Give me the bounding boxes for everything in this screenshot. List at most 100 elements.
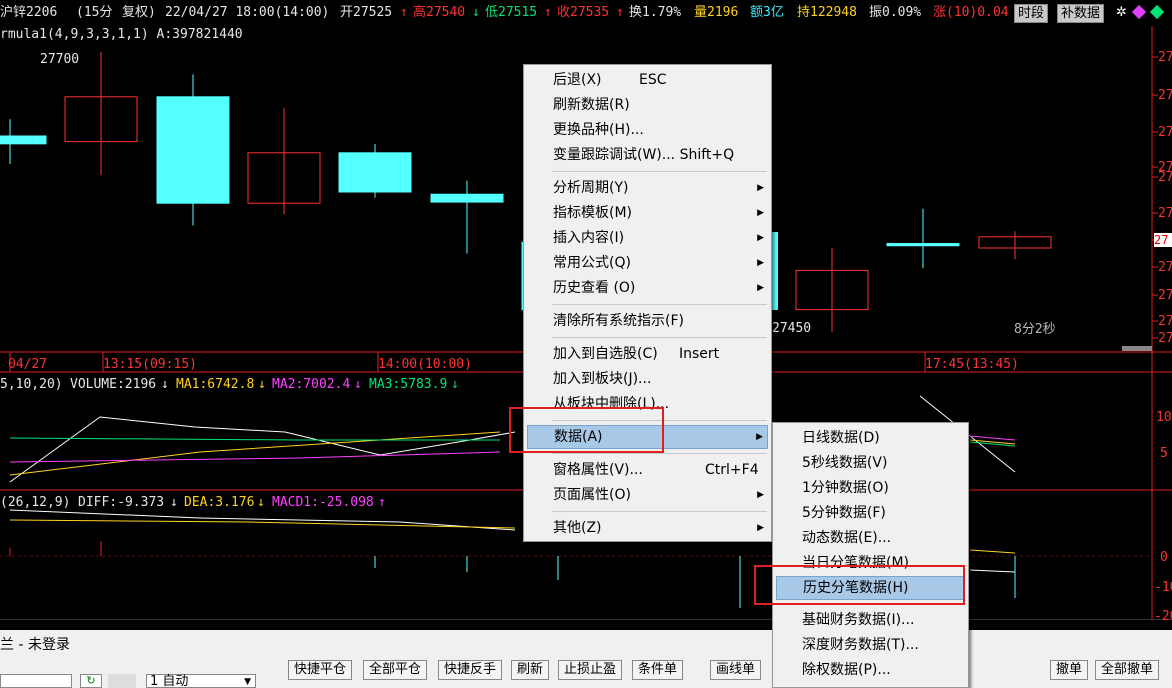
menu-item-label: 窗格属性(V)... bbox=[553, 462, 643, 478]
account-input[interactable] bbox=[0, 674, 72, 688]
down-arrow-icon: ↓ bbox=[170, 495, 178, 510]
menu-item-label: 清除所有系统指示(F) bbox=[553, 313, 684, 329]
adjust-label: 复权) bbox=[122, 5, 156, 20]
menu-item-clear[interactable]: 清除所有系统指示(F) bbox=[527, 309, 768, 333]
price-tick: 27 bbox=[1158, 206, 1172, 221]
candle-body bbox=[886, 243, 960, 247]
menu-item-data[interactable]: 数据(A) ▶ bbox=[527, 425, 768, 449]
volume-value: 量2196 bbox=[694, 5, 739, 20]
menu-item-label: 分析周期(Y) bbox=[553, 180, 629, 196]
close-price: 收27535 bbox=[557, 5, 610, 20]
menu-item-formula[interactable]: 常用公式(Q) ▶ bbox=[527, 251, 768, 275]
menu-item-label: 从板块中删除(L)... bbox=[553, 396, 670, 412]
submenu-arrow-icon: ▶ bbox=[757, 183, 764, 193]
submenu-item-1min[interactable]: 1分钟数据(O) bbox=[776, 476, 965, 500]
candle-body bbox=[0, 135, 47, 145]
refresh-button[interactable]: 刷新 bbox=[511, 660, 550, 680]
menu-item-var-debug[interactable]: 变量跟踪调试(W)... Shift+Q bbox=[527, 143, 768, 167]
menu-separator bbox=[552, 511, 767, 512]
amount-value: 额3亿 bbox=[750, 5, 784, 20]
account-status: 兰 - 未登录 bbox=[0, 637, 70, 653]
time-label: 13:15(09:15) bbox=[103, 357, 197, 372]
volume-ma-line bbox=[9, 416, 516, 483]
menu-item-template[interactable]: 指标模板(M) ▶ bbox=[527, 201, 768, 225]
menu-item-period[interactable]: 分析周期(Y) ▶ bbox=[527, 176, 768, 200]
menu-item-label: 当日分笔数据(M) bbox=[802, 555, 910, 571]
submenu-item-basic-financial[interactable]: 基础财务数据(I)... bbox=[776, 608, 965, 632]
settings-icon[interactable]: ✲ bbox=[1116, 5, 1127, 20]
submenu-item-daily[interactable]: 日线数据(D) bbox=[776, 426, 965, 450]
menu-item-page-props[interactable]: 页面属性(O) ▶ bbox=[527, 483, 768, 507]
candle-body bbox=[338, 152, 412, 193]
submenu-item-history-ticks[interactable]: 历史分笔数据(H) bbox=[776, 576, 965, 600]
down-arrow-icon: ↓ bbox=[354, 377, 362, 392]
datetime-label: 22/04/27 18:00(14:00) bbox=[165, 5, 330, 20]
menu-item-label: 指标模板(M) bbox=[553, 205, 633, 221]
auto-select[interactable]: 1 自动 ▼ bbox=[146, 674, 256, 688]
submenu-item-deep-financial[interactable]: 深度财务数据(T)... bbox=[776, 633, 965, 657]
macd-tick: 0 bbox=[1160, 550, 1168, 565]
submenu-arrow-icon: ▶ bbox=[757, 283, 764, 293]
menu-item-label: 数据(A) bbox=[554, 429, 603, 445]
price-tick: 27 bbox=[1158, 170, 1172, 185]
quick-reverse-button[interactable]: 快捷反手 bbox=[438, 660, 503, 680]
period-label: (15分 bbox=[76, 5, 113, 20]
menu-item-history[interactable]: 历史查看 (O) ▶ bbox=[527, 276, 768, 300]
quick-close-button[interactable]: 快捷平仓 bbox=[288, 660, 353, 680]
price-tick: 27 bbox=[1158, 50, 1172, 65]
price-tick: 27 bbox=[1158, 331, 1172, 346]
macd-value: MACD1:-25.098 bbox=[272, 495, 374, 510]
menu-item-remove-block[interactable]: 从板块中删除(L)... bbox=[527, 392, 768, 416]
submenu-item-exright[interactable]: 除权数据(P)... bbox=[776, 658, 965, 682]
down-arrow-icon: ↓ bbox=[161, 377, 169, 392]
supplement-data-button[interactable]: 补数据 bbox=[1057, 4, 1105, 23]
diamond-pink-icon[interactable] bbox=[1131, 4, 1147, 20]
menu-item-back[interactable]: 后退(X) ESC bbox=[527, 68, 768, 92]
menu-item-add-block[interactable]: 加入到板块(J)... bbox=[527, 367, 768, 391]
countdown-label: 8分2秒 bbox=[1014, 322, 1056, 337]
menu-item-refresh[interactable]: 刷新数据(R) bbox=[527, 93, 768, 117]
menu-item-label: 历史分笔数据(H) bbox=[803, 580, 909, 596]
menu-item-add-watchlist[interactable]: 加入到自选股(C) Insert bbox=[527, 342, 768, 366]
menu-separator bbox=[552, 171, 767, 172]
menu-item-label: 刷新数据(R) bbox=[553, 97, 630, 113]
diamond-green-icon[interactable] bbox=[1149, 4, 1165, 20]
submenu-item-5min[interactable]: 5分钟数据(F) bbox=[776, 501, 965, 525]
stop-loss-button[interactable]: 止损止盈 bbox=[558, 660, 623, 680]
menu-item-label: 历史查看 (O) bbox=[553, 280, 636, 296]
candle-body bbox=[430, 193, 504, 203]
close-all-button[interactable]: 全部平仓 bbox=[363, 660, 428, 680]
menu-item-label: 除权数据(P)... bbox=[802, 662, 891, 678]
refresh-icon[interactable]: ↻ bbox=[80, 674, 102, 688]
menu-item-label: 其他(Z) bbox=[553, 520, 602, 536]
conditional-order-button[interactable]: 条件单 bbox=[632, 660, 684, 680]
blank-button[interactable] bbox=[108, 674, 136, 688]
ma2-value: MA2:7002.4 bbox=[272, 377, 351, 392]
line-order-button[interactable]: 画线单 bbox=[710, 660, 762, 680]
menu-item-label: 5秒线数据(V) bbox=[802, 455, 888, 471]
menu-item-insert[interactable]: 插入内容(I) ▶ bbox=[527, 226, 768, 250]
cancel-order-button[interactable]: 撤单 bbox=[1050, 660, 1089, 680]
menu-separator bbox=[801, 604, 964, 605]
macd-line bbox=[9, 509, 516, 531]
menu-item-other[interactable]: 其他(Z) ▶ bbox=[527, 516, 768, 540]
menu-item-shortcut: Ctrl+F4 bbox=[705, 462, 759, 478]
cancel-all-button[interactable]: 全部撤单 bbox=[1095, 660, 1160, 680]
submenu-item-5sec[interactable]: 5秒线数据(V) bbox=[776, 451, 965, 475]
menu-item-label: 加入到板块(J)... bbox=[553, 371, 652, 387]
amplitude-value: 振0.09% bbox=[869, 5, 922, 20]
submenu-item-dynamic[interactable]: 动态数据(E)... bbox=[776, 526, 965, 550]
time-period-button[interactable]: 时段 bbox=[1014, 4, 1049, 23]
menu-item-pane-props[interactable]: 窗格属性(V)... Ctrl+F4 bbox=[527, 458, 768, 482]
menu-item-change-symbol[interactable]: 更换品种(H)... bbox=[527, 118, 768, 142]
turnover-rate: 换1.79% bbox=[629, 5, 682, 20]
menu-item-label: 变量跟踪调试(W)... Shift+Q bbox=[553, 147, 735, 163]
macd-line bbox=[969, 549, 1016, 554]
chevron-down-icon: ▼ bbox=[244, 677, 251, 687]
diff-value: DIFF:-9.373 bbox=[78, 495, 165, 510]
menu-item-label: 常用公式(Q) bbox=[553, 255, 631, 271]
menu-item-label: 基础财务数据(I)... bbox=[802, 612, 915, 628]
volume-ma-line bbox=[969, 441, 1016, 447]
submenu-item-intraday-ticks[interactable]: 当日分笔数据(M) bbox=[776, 551, 965, 575]
price-tick: 27 bbox=[1158, 125, 1172, 140]
